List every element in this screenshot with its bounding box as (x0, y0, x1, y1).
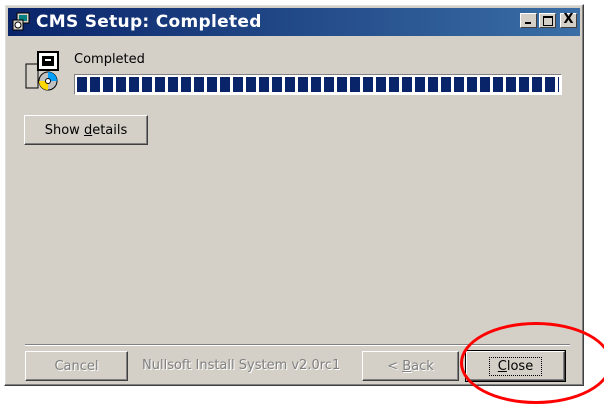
maximize-button[interactable] (539, 13, 556, 28)
window-title: CMS Setup: Completed (36, 12, 262, 32)
progress-fill (77, 77, 559, 92)
maximize-icon (543, 16, 553, 26)
close-icon: X (563, 12, 574, 27)
close-window-button[interactable]: X (560, 12, 577, 28)
back-button[interactable]: < Back (362, 351, 459, 381)
status-text: Completed (74, 52, 145, 67)
show-details-label: Show details (44, 122, 128, 138)
title-bar[interactable]: CMS Setup: Completed X (8, 8, 580, 36)
show-details-button[interactable]: Show details (24, 115, 148, 145)
back-label: < Back (387, 358, 434, 374)
installer-icon (24, 48, 62, 92)
minimize-icon (525, 22, 531, 24)
highlight-circle (460, 322, 604, 404)
cancel-button[interactable]: Cancel (25, 351, 128, 381)
progress-bar (74, 74, 562, 95)
minimize-button[interactable] (520, 13, 537, 28)
nsis-branding: Nullsoft Install System v2.0rc1 (142, 358, 341, 373)
setup-computer-icon (11, 12, 31, 32)
